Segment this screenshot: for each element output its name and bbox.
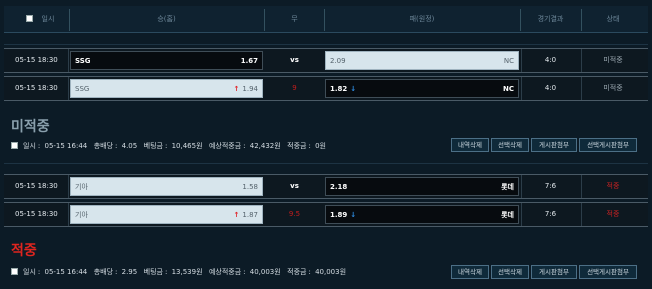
delete-history-button[interactable]: 내역삭제 xyxy=(451,138,489,152)
away-odds: 1.89 xyxy=(330,211,348,219)
home-odds: 1.87 xyxy=(242,211,258,219)
away-odds: 1.82 xyxy=(330,85,348,93)
header-status: 상태 xyxy=(606,15,620,23)
home-odds: 1.94 xyxy=(242,85,258,93)
handicap-value: 9.5 xyxy=(288,210,301,218)
match-time: 05-15 18:30 xyxy=(15,182,58,190)
status-badge: 미적중 xyxy=(603,84,623,92)
status-badge: 적중 xyxy=(606,182,620,190)
away-bet-button[interactable]: 1.82 ↓ NC xyxy=(325,79,519,98)
attach-board-button[interactable]: 게시판첨부 xyxy=(531,138,577,152)
match-score: 4:0 xyxy=(544,56,557,64)
divider xyxy=(4,44,648,45)
away-team: 롯데 xyxy=(501,211,514,219)
home-team: 기아 xyxy=(75,183,88,191)
home-bet-button[interactable]: 기아 ↑ 1.87 xyxy=(70,205,263,224)
table-row: 05-15 18:30 SSG 1.67 vs 2.09 NC 4:0 미적중 xyxy=(4,48,648,73)
home-bet-button[interactable]: 기아 1.58 xyxy=(70,177,263,196)
attach-board-button[interactable]: 게시판첨부 xyxy=(531,265,577,279)
draw-cell: vs xyxy=(290,182,299,190)
away-bet-button[interactable]: 1.89 ↓ 롯데 xyxy=(325,205,519,224)
status-badge: 미적중 xyxy=(603,56,623,64)
match-score: 4:0 xyxy=(544,84,557,92)
away-team: NC xyxy=(503,85,514,93)
header-result: 경기결과 xyxy=(537,15,564,23)
arrow-up-icon: ↑ xyxy=(233,211,240,219)
table-row: 05-15 18:30 기아 ↑ 1.87 9.5 1.89 ↓ 롯데 7:6 적중 xyxy=(4,202,648,227)
header-away: 패(원정) xyxy=(409,15,435,23)
arrow-down-icon: ↓ xyxy=(350,211,357,219)
divider xyxy=(4,163,648,164)
match-score: 7:6 xyxy=(544,182,557,190)
home-odds: 1.58 xyxy=(242,183,258,191)
arrow-up-icon: ↑ xyxy=(233,85,240,93)
bet-summary: 일시: 05-15 16:44 총배당: 2.95 베팅금: 13,539원 예… xyxy=(11,267,348,277)
match-time: 05-15 18:30 xyxy=(15,210,58,218)
header-home: 승(홈) xyxy=(157,15,176,23)
match-score: 7:6 xyxy=(544,210,557,218)
header-draw: 무 xyxy=(291,15,298,23)
home-bet-button[interactable]: SSG ↑ 1.94 xyxy=(70,79,263,98)
bet-summary: 일시: 05-15 16:44 총배당: 4.05 베팅금: 10,465원 예… xyxy=(11,141,328,151)
home-team: 기아 xyxy=(75,211,88,219)
away-odds: 2.18 xyxy=(330,183,348,191)
away-bet-button[interactable]: 2.09 NC xyxy=(325,51,519,70)
slip-checkbox[interactable] xyxy=(11,142,18,149)
result-title-miss: 미적중 xyxy=(11,119,50,135)
home-odds: 1.67 xyxy=(240,57,258,65)
status-badge: 적중 xyxy=(606,210,620,218)
home-bet-button[interactable]: SSG 1.67 xyxy=(70,51,263,70)
away-odds: 2.09 xyxy=(330,57,346,65)
select-all-checkbox[interactable] xyxy=(26,15,33,22)
header-time: 일시 xyxy=(41,15,55,23)
delete-history-button[interactable]: 내역삭제 xyxy=(451,265,489,279)
away-team: 롯데 xyxy=(501,183,514,191)
handicap-value: 9 xyxy=(292,84,297,92)
delete-selected-button[interactable]: 선택삭제 xyxy=(491,265,529,279)
attach-selected-board-button[interactable]: 선택게시판첨부 xyxy=(579,138,637,152)
match-time: 05-15 18:30 xyxy=(15,84,58,92)
match-time: 05-15 18:30 xyxy=(15,56,58,64)
draw-cell: vs xyxy=(290,56,299,64)
away-bet-button[interactable]: 2.18 롯데 xyxy=(325,177,519,196)
slip-checkbox[interactable] xyxy=(11,268,18,275)
delete-selected-button[interactable]: 선택삭제 xyxy=(491,138,529,152)
table-row: 05-15 18:30 SSG ↑ 1.94 9 1.82 ↓ NC 4:0 미적중 xyxy=(4,76,648,101)
result-title-hit: 적중 xyxy=(11,243,37,259)
arrow-down-icon: ↓ xyxy=(350,85,357,93)
home-team: SSG xyxy=(75,85,90,93)
table-header: 일시 승(홈) 무 패(원정) 경기결과 상태 xyxy=(4,6,648,33)
table-row: 05-15 18:30 기아 1.58 vs 2.18 롯데 7:6 적중 xyxy=(4,174,648,199)
home-team: SSG xyxy=(75,57,91,65)
attach-selected-board-button[interactable]: 선택게시판첨부 xyxy=(579,265,637,279)
away-team: NC xyxy=(503,57,514,65)
